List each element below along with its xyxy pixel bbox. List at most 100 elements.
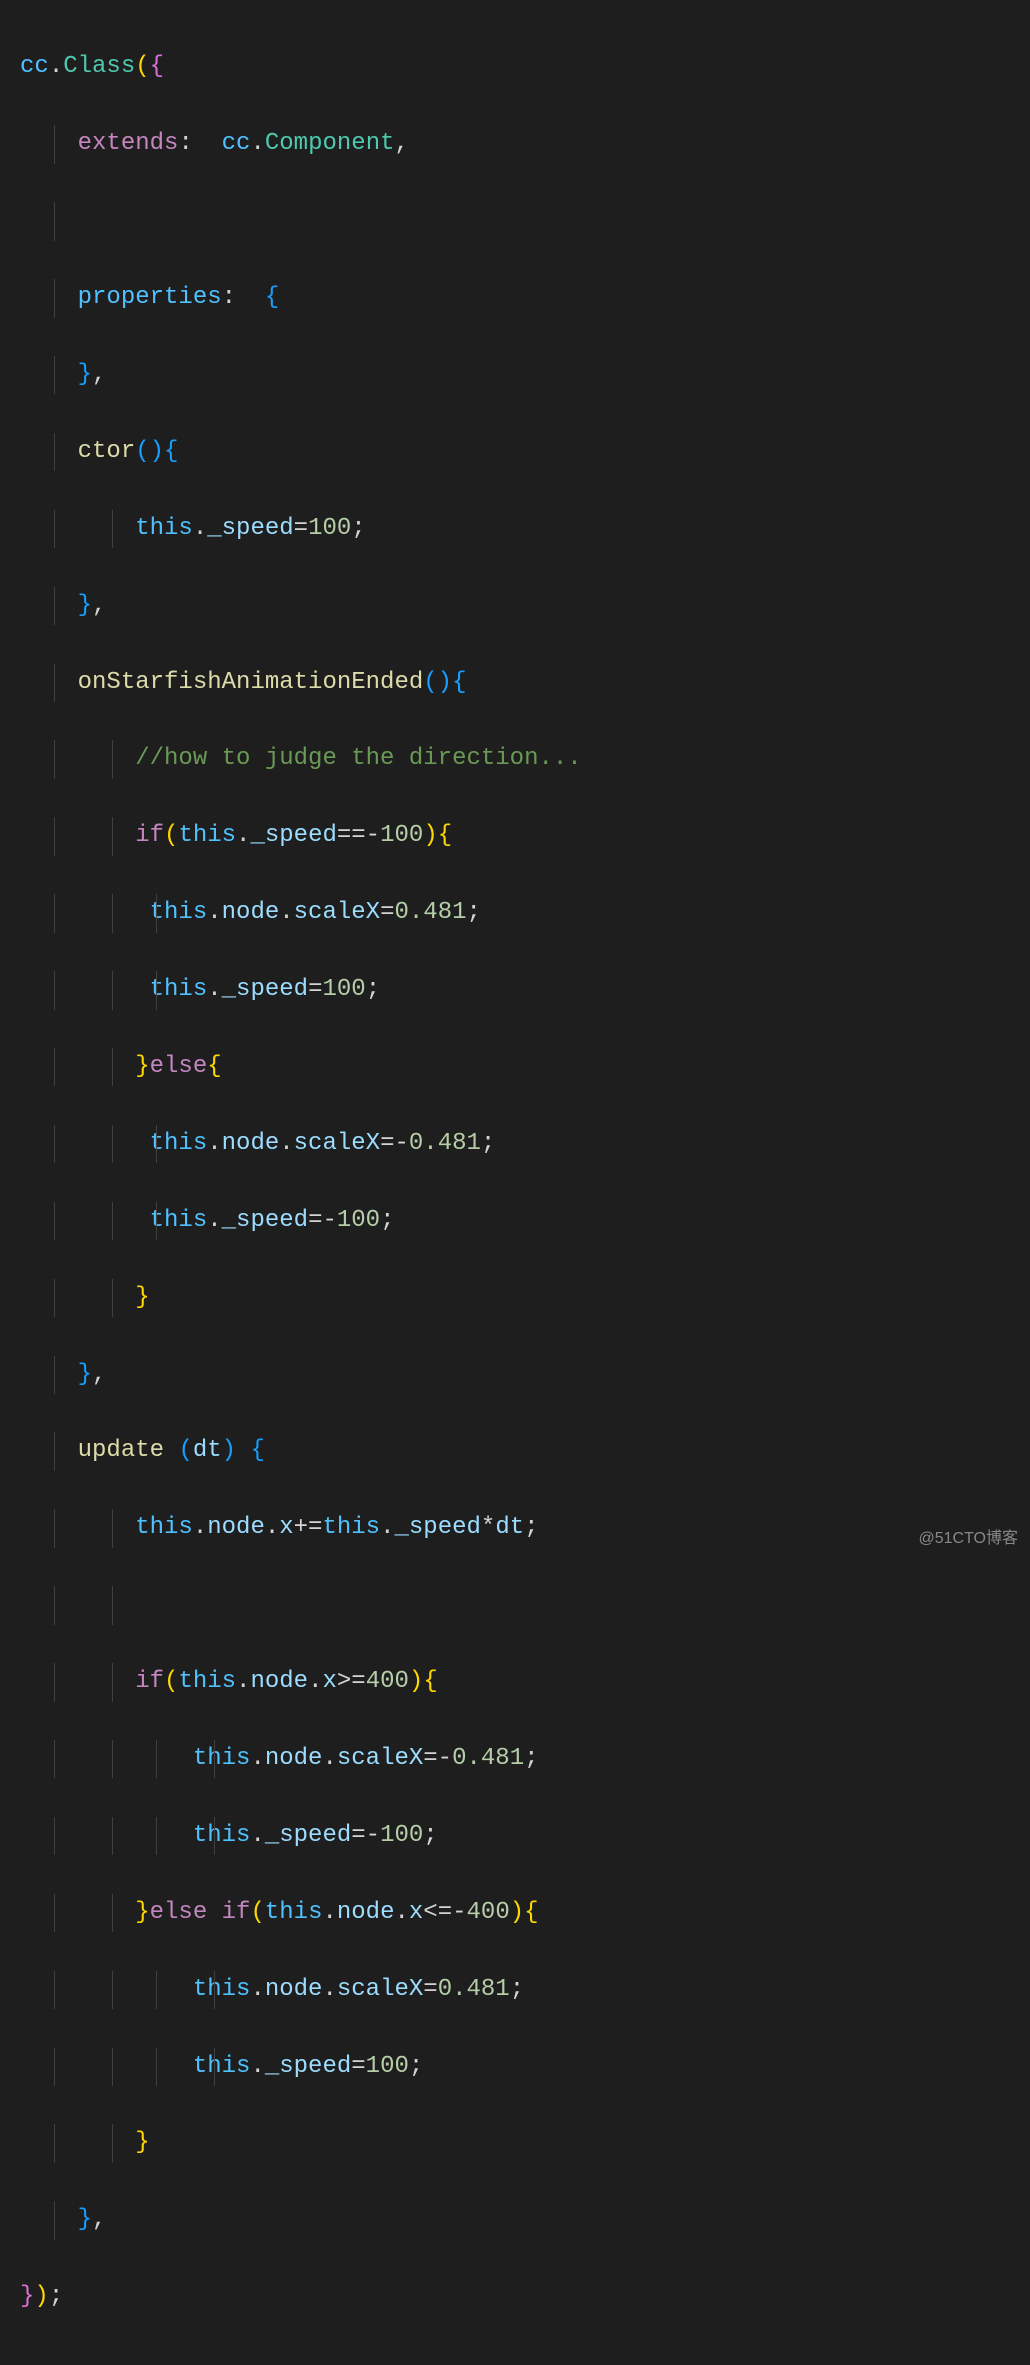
token-prop: node	[222, 899, 280, 926]
token-op: +=	[294, 1514, 323, 1541]
token-punct: .	[207, 976, 221, 1003]
code-line[interactable]: cc.Class({	[20, 48, 1030, 87]
token-punct: .	[207, 1207, 221, 1234]
code-line[interactable]: this.node.scaleX=-0.481;	[20, 1740, 1030, 1779]
token-prop: scaleX	[337, 1745, 423, 1772]
token-paren: (	[423, 669, 437, 696]
token-brace: }	[135, 2129, 149, 2156]
token-brace: {	[524, 1899, 538, 1926]
token-this: this	[150, 899, 208, 926]
token-paren: (	[178, 1437, 192, 1464]
token-punct: .	[207, 1130, 221, 1157]
token-punct: .	[250, 2053, 264, 2080]
code-line[interactable]: },	[20, 587, 1030, 626]
token-prop: x	[322, 1668, 336, 1695]
token-num: 0.481	[394, 899, 466, 926]
token-prop: _speed	[207, 515, 293, 542]
token-punct: .	[250, 1745, 264, 1772]
token-brace: }	[135, 1053, 149, 1080]
token-keyword: extends	[78, 130, 179, 157]
code-line[interactable]: this._speed=-100;	[20, 1202, 1030, 1241]
token-op: =	[423, 1976, 437, 2003]
token-punct: .	[322, 1976, 336, 2003]
token-prop: _speed	[222, 1207, 308, 1234]
code-line[interactable]: //how to judge the direction...	[20, 740, 1030, 779]
code-line[interactable]: onStarfishAnimationEnded(){	[20, 664, 1030, 703]
code-line[interactable]: this.node.scaleX=0.481;	[20, 1971, 1030, 2010]
token-this: this	[178, 822, 236, 849]
token-punct: ;	[481, 1130, 495, 1157]
token-punct: .	[380, 1514, 394, 1541]
token-paren: )	[438, 669, 452, 696]
token-prop: _speed	[222, 976, 308, 1003]
code-line[interactable]: },	[20, 356, 1030, 395]
token-func: update	[78, 1437, 164, 1464]
token-comment: //how to judge the direction...	[135, 745, 581, 772]
token-keyword: if	[135, 1668, 164, 1695]
token-brace: {	[164, 438, 178, 465]
code-line[interactable]	[20, 1586, 1030, 1625]
code-line[interactable]: this.node.scaleX=-0.481;	[20, 1125, 1030, 1164]
token-op: =	[351, 2053, 365, 2080]
token-punct: ;	[423, 1822, 437, 1849]
code-line[interactable]: if(this.node.x>=400){	[20, 1663, 1030, 1702]
token-prop: node	[265, 1976, 323, 2003]
code-line[interactable]: });	[20, 2278, 1030, 2317]
token-prop: node	[250, 1668, 308, 1695]
token-keyword: else	[150, 1899, 208, 1926]
token-type: Class	[63, 53, 135, 80]
code-line[interactable]: }else{	[20, 1048, 1030, 1087]
code-line[interactable]: this._speed=100;	[20, 2048, 1030, 2087]
token-prop: scaleX	[337, 1976, 423, 2003]
token-brace: {	[438, 822, 452, 849]
token-punct: ;	[49, 2283, 63, 2310]
code-line[interactable]: extends: cc.Component,	[20, 125, 1030, 164]
token-brace: }	[135, 1899, 149, 1926]
token-this: this	[135, 1514, 193, 1541]
code-line[interactable]: if(this._speed==-100){	[20, 817, 1030, 856]
token-keyword: if	[135, 822, 164, 849]
token-this: this	[150, 1130, 208, 1157]
token-brace: {	[423, 1668, 437, 1695]
code-line[interactable]: update (dt) {	[20, 1432, 1030, 1471]
code-line[interactable]: }	[20, 2124, 1030, 2163]
token-punct: ,	[92, 592, 106, 619]
code-line[interactable]: this.node.x+=this._speed*dt;	[20, 1509, 1030, 1548]
code-line[interactable]: }	[20, 1279, 1030, 1318]
watermark-text: @51CTO博客	[918, 1526, 1018, 1552]
token-punct: ;	[409, 2053, 423, 2080]
token-num: 100	[380, 1822, 423, 1849]
code-line[interactable]: },	[20, 2201, 1030, 2240]
token-prop: node	[222, 1130, 280, 1157]
token-num: 100	[337, 1207, 380, 1234]
code-line[interactable]: this._speed=-100;	[20, 1817, 1030, 1856]
token-op: =	[380, 899, 394, 926]
code-line[interactable]: this._speed=100;	[20, 510, 1030, 549]
code-line[interactable]: }else if(this.node.x<=-400){	[20, 1894, 1030, 1933]
token-paren: )	[423, 822, 437, 849]
token-brace: {	[207, 1053, 221, 1080]
token-punct: .	[207, 899, 221, 926]
code-line[interactable]: properties: {	[20, 279, 1030, 318]
code-line[interactable]: },	[20, 1356, 1030, 1395]
token-punct: .	[322, 1899, 336, 1926]
token-paren: (	[164, 1668, 178, 1695]
token-paren: (	[164, 822, 178, 849]
token-num: 100	[308, 515, 351, 542]
token-var: cc	[20, 53, 49, 80]
token-punct: ;	[524, 1745, 538, 1772]
code-line[interactable]	[20, 202, 1030, 241]
code-line[interactable]: this._speed=100;	[20, 971, 1030, 1010]
token-keyword: else	[150, 1053, 208, 1080]
token-prop: _speed	[265, 2053, 351, 2080]
token-var: dt	[495, 1514, 524, 1541]
code-line[interactable]: ctor(){	[20, 433, 1030, 472]
token-param: dt	[193, 1437, 222, 1464]
token-brace: }	[135, 1284, 149, 1311]
token-punct: .	[236, 822, 250, 849]
code-line[interactable]: this.node.scaleX=0.481;	[20, 894, 1030, 933]
code-editor[interactable]: cc.Class({ extends: cc.Component, proper…	[0, 0, 1030, 2365]
token-this: this	[322, 1514, 380, 1541]
token-var: cc	[222, 130, 251, 157]
token-punct: ;	[467, 899, 481, 926]
